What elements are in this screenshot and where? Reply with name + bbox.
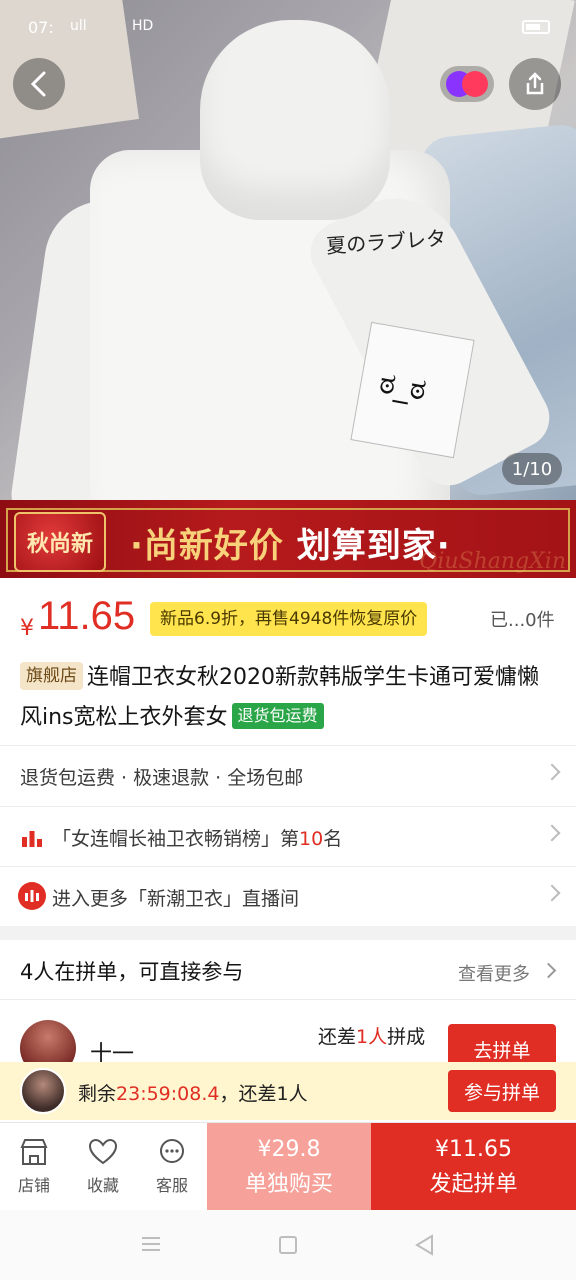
section-divider [0, 926, 576, 940]
join-group-bar: 剩余23:59:08.4，还差1人 参与拼单 [0, 1062, 576, 1120]
menu-icon[interactable] [141, 1234, 161, 1254]
live-row[interactable]: 进入更多「新潮卫衣」直播间 [0, 866, 576, 926]
favorite-button[interactable]: 收藏 [69, 1123, 137, 1211]
heart-icon [88, 1138, 118, 1165]
return-badge: 退货包运费 [231, 703, 324, 729]
buy-alone-button[interactable]: ¥29.8 单独购买 [207, 1123, 371, 1211]
service-label: 客服 [155, 1176, 188, 1195]
avatar [462, 71, 488, 97]
live-text: 进入更多「新潮卫衣」直播间 [52, 888, 300, 910]
product-title: 旗舰店 连帽卫衣女秋2020新款韩版学生卡通可爱慵懒风ins宽松上衣外套女 退货包运… [20, 658, 560, 738]
start-group-button[interactable]: ¥11.65 发起拼单 [371, 1123, 576, 1211]
status-time: 07: [28, 18, 54, 37]
chevron-left-icon [30, 71, 46, 97]
group-buy-title: 4人在拼单，可直接参与 [20, 960, 244, 984]
join-countdown-text: 剩余23:59:08.4，还差1人 [78, 1083, 308, 1105]
signal-icon: ull [70, 18, 87, 34]
ranking-icon [22, 831, 42, 847]
sold-count: 已...0件 [490, 610, 555, 631]
bottom-action-bar: 店铺 收藏 客服 ¥29.8 单独购买 ¥11.65 发起拼单 [0, 1122, 576, 1211]
alone-label: 单独购买 [244, 1171, 333, 1197]
chevron-right-icon [540, 962, 557, 979]
currency-symbol: ¥ [20, 616, 34, 641]
group-buy-header: 4人在拼单，可直接参与 查看更多 [0, 940, 576, 1000]
share-icon [526, 72, 544, 95]
price-row: ¥ 11.65 新品6.9折，再售4948件恢复原价 已...0件 [0, 584, 576, 654]
banner-watermark: QiuShangXin [419, 549, 566, 574]
chat-icon [160, 1139, 184, 1163]
promo-banner[interactable]: 秋尚新 ·尚新好价 划算到家· QiuShangXin [0, 500, 576, 578]
chevron-right-icon [543, 763, 561, 781]
chevron-right-icon [543, 884, 561, 902]
home-icon[interactable] [279, 1236, 297, 1254]
customer-service-button[interactable]: 客服 [138, 1123, 206, 1211]
group-need-text: 还差1人拼成 [318, 1026, 426, 1048]
services-row[interactable]: 退货包运费 · 极速退款 · 全场包邮 [0, 745, 576, 805]
system-nav-bar [0, 1210, 576, 1280]
ranking-row[interactable]: 「女连帽长袖卫衣畅销榜」第10名 [0, 806, 576, 866]
group-buy-price: ¥11.65 [435, 1136, 512, 1162]
store-button[interactable]: 店铺 [0, 1123, 68, 1211]
nav-back-icon[interactable] [414, 1234, 434, 1256]
product-image-carousel[interactable]: 夏のラブレタ ಠ_ಠ 07: ull HD 1/10 [0, 0, 576, 500]
hd-indicator: HD [132, 18, 154, 34]
chevron-right-icon [543, 824, 561, 842]
group-buy-label: 发起拼单 [429, 1171, 518, 1197]
battery-icon [522, 20, 550, 34]
avatar [20, 1020, 76, 1062]
banner-slogan-part1: ·尚新好价 [130, 526, 284, 566]
store-badge: 旗舰店 [20, 662, 83, 690]
status-bar: 07: ull HD [0, 14, 576, 44]
see-more-link[interactable]: 查看更多 [458, 960, 530, 986]
live-icon [18, 882, 46, 910]
promo-badge: 新品6.9折，再售4948件恢复原价 [150, 602, 428, 636]
countdown-timer: 23:59:08.4 [116, 1083, 220, 1105]
back-button[interactable] [13, 58, 65, 110]
rank-number: 10 [299, 828, 324, 850]
group-price: 11.65 [38, 594, 136, 638]
banner-tag: 秋尚新 [14, 512, 106, 572]
share-button[interactable] [509, 58, 561, 110]
favorite-label: 收藏 [86, 1176, 119, 1195]
banner-slogan: ·尚新好价 划算到家· [130, 518, 451, 567]
store-icon [20, 1139, 48, 1165]
ranking-text: 「女连帽长袖卫衣畅销榜」第10名 [52, 828, 343, 850]
viewer-avatars[interactable] [440, 66, 494, 102]
services-text: 退货包运费 · 极速退款 · 全场包邮 [20, 767, 304, 789]
avatar [20, 1068, 66, 1114]
store-label: 店铺 [17, 1176, 50, 1195]
image-counter: 1/10 [502, 453, 562, 485]
alone-price: ¥29.8 [257, 1136, 321, 1162]
group-user-name: 十一 [90, 1042, 135, 1062]
group-list-item[interactable]: 十一 还差1人拼成 去拼单 [0, 1000, 576, 1062]
participate-group-button[interactable]: 参与拼单 [448, 1070, 556, 1112]
join-group-button[interactable]: 去拼单 [448, 1024, 556, 1062]
hoodie-face-card: ಠ_ಠ [350, 321, 475, 459]
